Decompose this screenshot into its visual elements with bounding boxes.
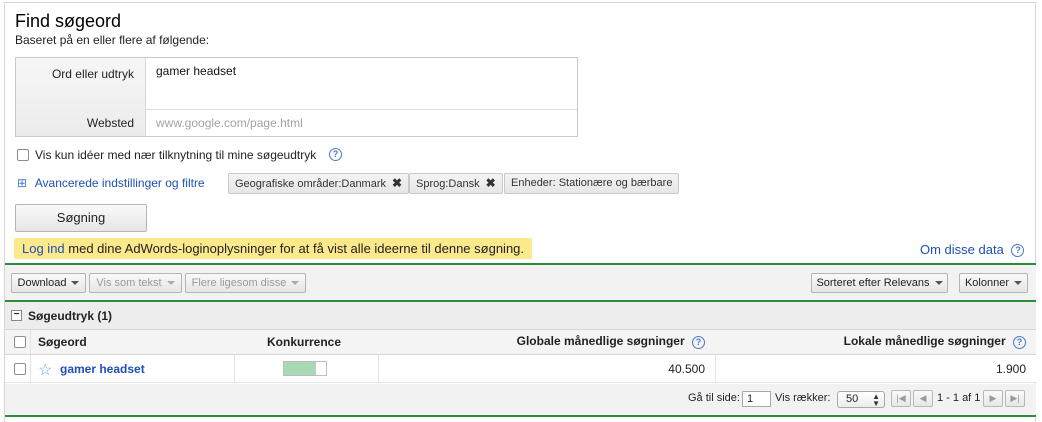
- about-data-link[interactable]: Om disse data: [920, 242, 1004, 257]
- form-divider: [146, 109, 577, 110]
- columns-label: Kolonner: [964, 277, 1010, 289]
- prev-page-icon[interactable]: ◀: [913, 390, 933, 407]
- search-button[interactable]: Søgning: [15, 204, 147, 232]
- group-title: Søgeudtryk (1): [28, 309, 113, 323]
- words-label: Ord eller udtryk: [51, 67, 134, 81]
- page-subtitle: Baseret på en eller flere af følgende:: [15, 33, 210, 47]
- filter-chip-label: Geografiske områder:Danmark: [235, 178, 387, 190]
- keyword-link[interactable]: gamer headset: [60, 362, 145, 376]
- table-row: ☆ gamer headset 40.500 1.900: [5, 355, 1036, 383]
- chevron-down-icon: [1014, 281, 1023, 286]
- remove-icon[interactable]: ✖: [392, 176, 402, 190]
- goto-page-label: Gå til side:: [688, 392, 740, 404]
- remove-icon[interactable]: ✖: [486, 176, 496, 190]
- filter-chip-label: Enheder: Stationære og bærbare: [511, 177, 673, 189]
- more-like-these-label: Flere ligesom disse: [191, 277, 287, 289]
- column-header-local-wrap: Lokale månedlige søgninger ?: [715, 334, 1026, 349]
- last-page-icon[interactable]: ▶|: [1005, 390, 1025, 407]
- rows-per-page-label: Vis rækker:: [775, 392, 831, 404]
- chevron-down-icon: [291, 281, 300, 286]
- search-form: Ord eller udtryk Websted gamer headset w…: [15, 57, 578, 137]
- updown-icon: ▲ ▼: [872, 392, 880, 408]
- results-toolbar: Download Vis som tekst Flere ligesom dis…: [5, 265, 1036, 301]
- pagination-bar: Gå til side: 1 Vis rækker: 50 ▲ ▼ |◀ ◀ 1 …: [5, 384, 1036, 414]
- view-as-text-button[interactable]: Vis som tekst: [89, 273, 182, 293]
- column-header-keyword[interactable]: Søgeord: [38, 335, 87, 349]
- view-as-text-label: Vis som tekst: [96, 277, 162, 289]
- close-match-label: Vis kun idéer med nær tilknytning til mi…: [35, 148, 317, 162]
- table-header: Søgeord Konkurrence Globale månedlige sø…: [5, 330, 1036, 355]
- columns-button[interactable]: Kolonner: [959, 273, 1028, 293]
- page-title: Find søgeord: [15, 11, 122, 31]
- goto-page-input[interactable]: 1: [742, 391, 771, 407]
- login-notice-text: med dine AdWords-loginoplysninger for at…: [64, 241, 525, 256]
- help-icon[interactable]: ?: [329, 148, 342, 161]
- download-button[interactable]: Download: [11, 273, 86, 293]
- column-header-global[interactable]: Globale månedlige søgninger: [517, 334, 685, 348]
- column-header-local[interactable]: Lokale månedlige søgninger: [844, 334, 1006, 348]
- login-link[interactable]: Log ind: [22, 241, 65, 256]
- help-icon[interactable]: ?: [1011, 244, 1025, 257]
- more-like-these-button[interactable]: Flere ligesom disse: [185, 273, 306, 293]
- filter-chip-location: Geografiske områder:Danmark ✖: [228, 173, 410, 194]
- website-label: Websted: [86, 116, 134, 130]
- row-checkbox[interactable]: [14, 363, 26, 375]
- help-icon[interactable]: ?: [1013, 336, 1026, 349]
- rows-per-page-select[interactable]: 50 ▲ ▼: [837, 391, 885, 408]
- form-labels-column: Ord eller udtryk Websted: [16, 58, 146, 136]
- chevron-down-icon: [934, 281, 943, 286]
- filter-chip-devices: Enheder: Stationære og bærbare: [504, 173, 680, 194]
- section-divider: [5, 415, 1036, 417]
- page-range: 1 - 1 af 1: [937, 392, 981, 404]
- star-icon[interactable]: ☆: [38, 360, 52, 380]
- download-label: Download: [17, 277, 67, 289]
- advanced-settings-link[interactable]: Avancerede indstillinger og filtre: [35, 176, 205, 190]
- filter-chip-language: Sprog:Dansk ✖: [409, 173, 503, 194]
- rows-per-page-value: 50: [846, 393, 859, 405]
- advanced-settings[interactable]: ⊞ Avancerede indstillinger og filtre: [17, 176, 205, 190]
- sort-label: Sorteret efter Relevans: [816, 277, 930, 289]
- close-match-checkbox[interactable]: [17, 149, 29, 161]
- expand-plus-icon: ⊞: [17, 176, 28, 190]
- help-icon[interactable]: ?: [692, 336, 705, 349]
- chevron-down-icon: [71, 281, 80, 286]
- words-input[interactable]: gamer headset: [156, 64, 236, 78]
- first-page-icon[interactable]: |◀: [891, 390, 911, 407]
- collapse-icon[interactable]: −: [11, 310, 22, 321]
- global-searches-value: 40.500: [668, 362, 705, 376]
- login-notice: Log ind med dine AdWords-loginoplysninge…: [14, 238, 533, 259]
- column-header-competition[interactable]: Konkurrence: [267, 335, 341, 349]
- filter-chip-label: Sprog:Dansk: [416, 178, 480, 190]
- competition-bar-fill: [284, 362, 316, 375]
- column-header-global-wrap: Globale månedlige søgninger ?: [378, 334, 705, 349]
- local-searches-value: 1.900: [995, 362, 1026, 376]
- next-page-icon[interactable]: ▶: [983, 390, 1003, 407]
- about-data: Om disse data ?: [920, 242, 1025, 257]
- chevron-down-icon: [166, 281, 175, 286]
- website-input[interactable]: www.google.com/page.html: [156, 116, 303, 130]
- group-header: − Søgeudtryk (1): [5, 302, 1036, 330]
- sort-button[interactable]: Sorteret efter Relevans: [811, 273, 948, 293]
- select-all-checkbox[interactable]: [14, 336, 26, 348]
- competition-bar: [283, 361, 327, 376]
